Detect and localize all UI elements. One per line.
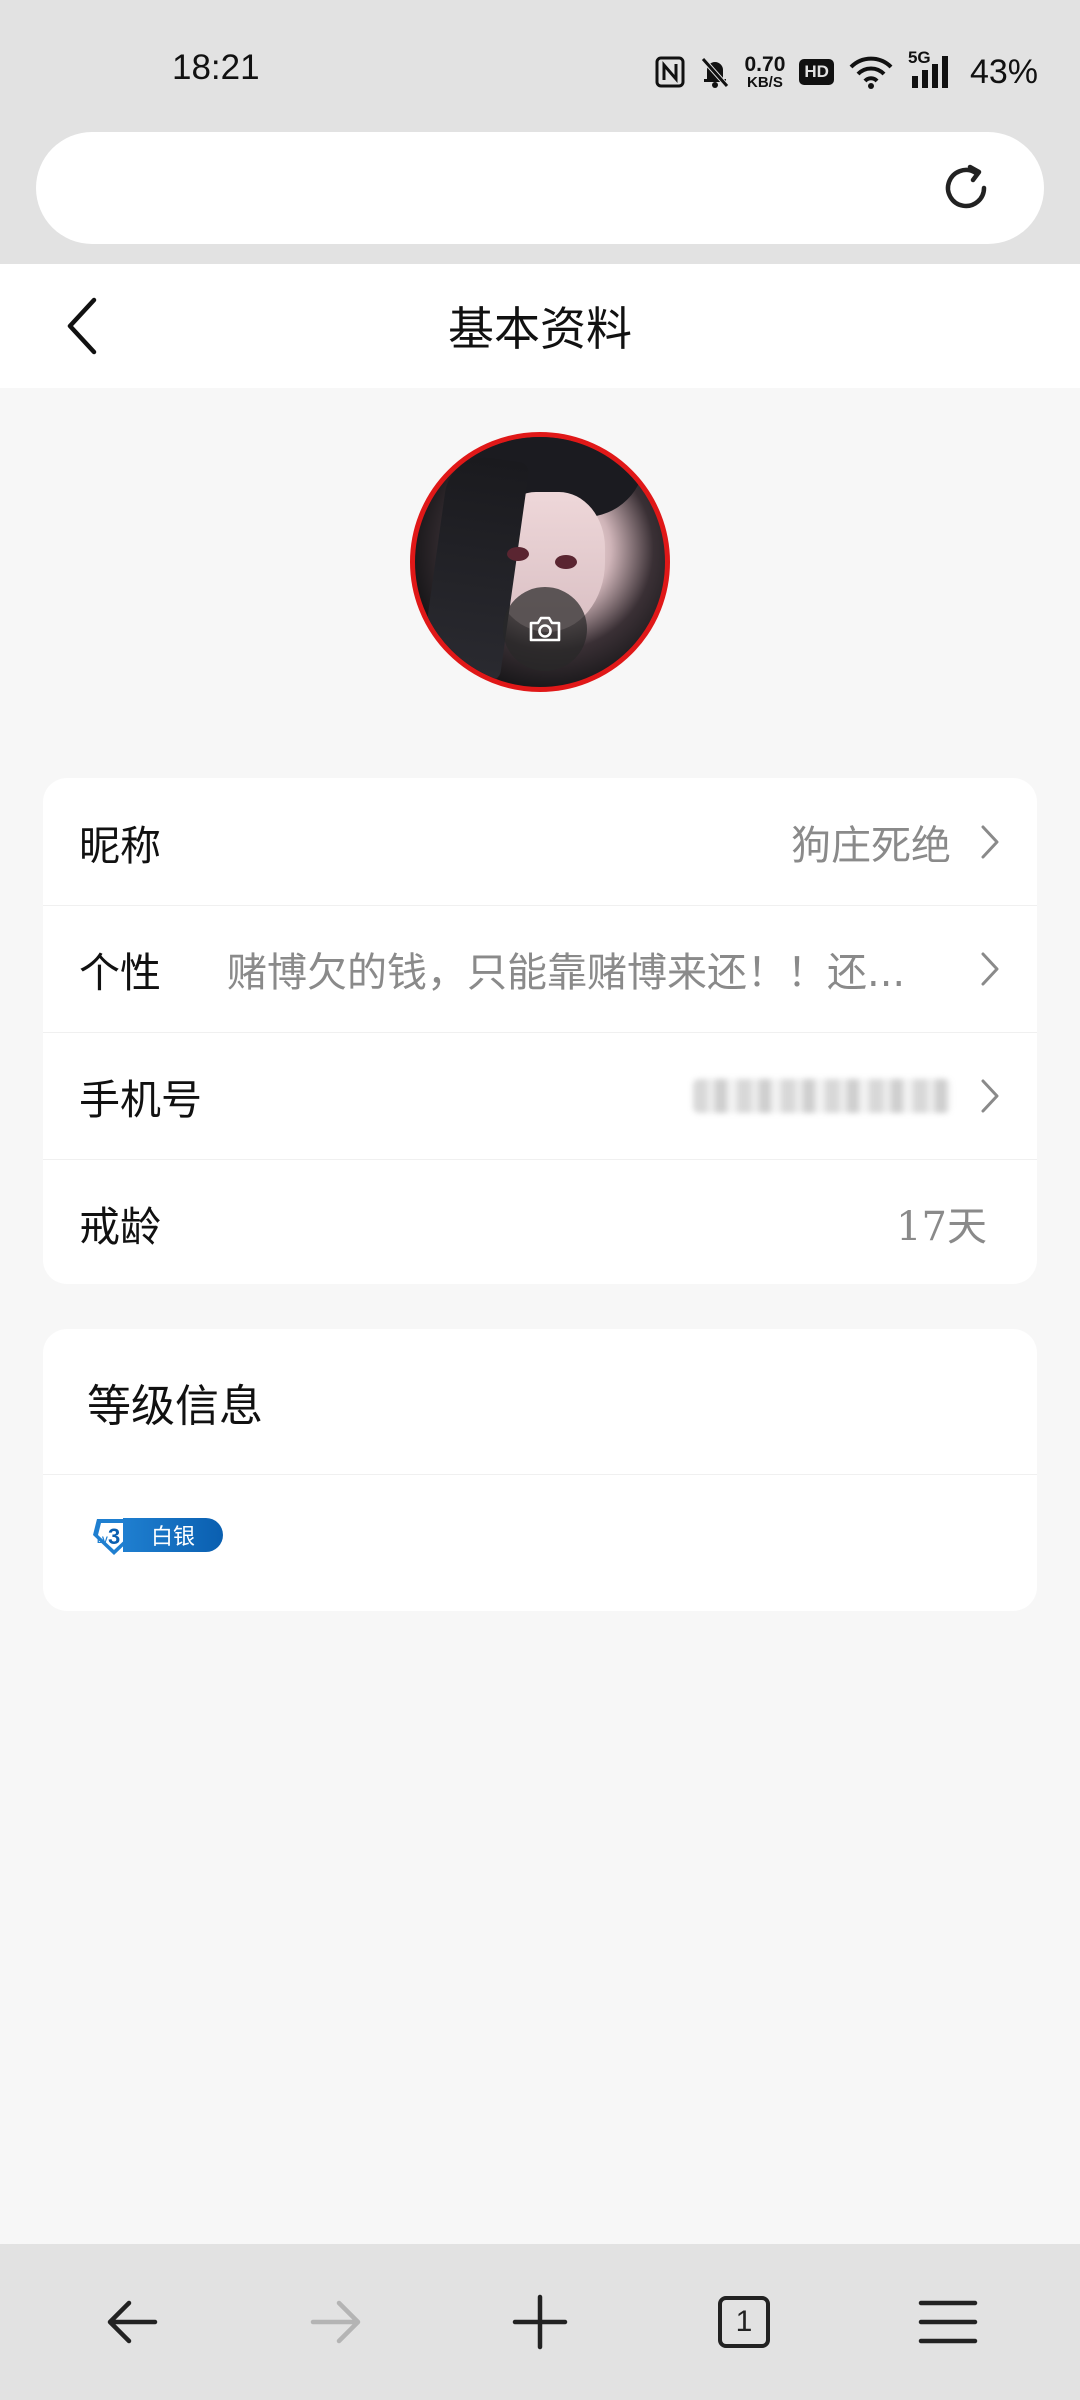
phone-row[interactable]: 手机号: [43, 1032, 1037, 1159]
tab-count: 1: [735, 2305, 753, 2338]
level-lv-text: LV: [97, 1535, 108, 1545]
signature-row[interactable]: 个性 赌博欠的钱，只能靠赌博来还！！还...: [43, 905, 1037, 1032]
menu-icon: [918, 2300, 978, 2344]
arrow-right-icon: [310, 2300, 361, 2344]
nickname-label: 昵称: [79, 821, 161, 870]
mute-bell-icon: [700, 57, 729, 88]
arrow-left-icon: [107, 2300, 158, 2344]
cell-signal: 5G: [908, 48, 956, 90]
abstinence-row: 戒龄 17天: [43, 1159, 1037, 1284]
menu-button[interactable]: [898, 2272, 998, 2372]
status-time: 18:21: [172, 48, 260, 87]
tabs-button[interactable]: 1: [694, 2272, 794, 2372]
camera-icon: [529, 616, 561, 642]
net-speed-value: 0.70: [744, 53, 786, 76]
avatar-image-part: [555, 555, 577, 569]
level-title: 等级信息: [43, 1329, 1037, 1475]
battery-level: 43%: [969, 52, 1038, 91]
page-title: 基本资料: [448, 302, 632, 356]
nickname-value: 狗庄死绝: [791, 822, 951, 869]
chevron-right-icon: [981, 825, 999, 858]
plus-icon: [512, 2294, 568, 2350]
level-badge: LV 3 白银: [91, 1515, 223, 1555]
browser-toolbar: [0, 132, 1080, 264]
abstinence-label: 戒龄: [79, 1203, 161, 1251]
tabs-icon: 1: [718, 2296, 770, 2348]
change-avatar-button[interactable]: [503, 587, 587, 671]
nickname-row[interactable]: 昵称 狗庄死绝: [43, 778, 1037, 905]
url-bar[interactable]: [36, 132, 1044, 244]
net-speed: 0.70 KB/S: [745, 54, 786, 90]
browser-bottom-nav: 1: [0, 2244, 1080, 2400]
net-speed-unit: KB/S: [747, 74, 783, 91]
signal-bars-icon: [911, 56, 948, 88]
new-tab-button[interactable]: [490, 2272, 590, 2372]
level-number: 3: [108, 1524, 120, 1549]
reload-icon: [945, 164, 987, 209]
phone-label: 手机号: [79, 1076, 202, 1124]
wifi-icon: [849, 56, 893, 89]
signature-value: 赌博欠的钱，只能靠赌博来还！！还...: [227, 950, 906, 996]
signature-label: 个性: [79, 949, 161, 997]
avatar[interactable]: [410, 432, 670, 692]
hd-badge: HD: [799, 59, 834, 85]
page-header: 基本资料: [0, 264, 1080, 388]
level-info-card: 等级信息 LV 3 白银: [43, 1329, 1037, 1611]
nav-forward-button[interactable]: [286, 2272, 386, 2372]
chevron-right-icon: [981, 1079, 999, 1113]
nfc-icon: [655, 56, 684, 88]
reload-button[interactable]: [936, 158, 996, 218]
level-name: 白银: [123, 1518, 223, 1552]
profile-info-card: 昵称 狗庄死绝 个性 赌博欠的钱，只能靠赌博来还！！还... 手机号 戒龄 17…: [43, 778, 1037, 1284]
chevron-right-icon: [981, 952, 999, 986]
status-bar: 18:21 0.70 KB/S HD 5G 43%: [0, 0, 1080, 132]
abstinence-value: 17天: [896, 1204, 987, 1250]
phone-value-redacted: [693, 1079, 951, 1113]
nav-back-button[interactable]: [82, 2272, 182, 2372]
back-button[interactable]: [52, 294, 112, 358]
status-icons: 0.70 KB/S HD 5G 43%: [655, 48, 1038, 94]
avatar-image-part: [507, 547, 529, 561]
chevron-left-icon: [67, 297, 97, 355]
